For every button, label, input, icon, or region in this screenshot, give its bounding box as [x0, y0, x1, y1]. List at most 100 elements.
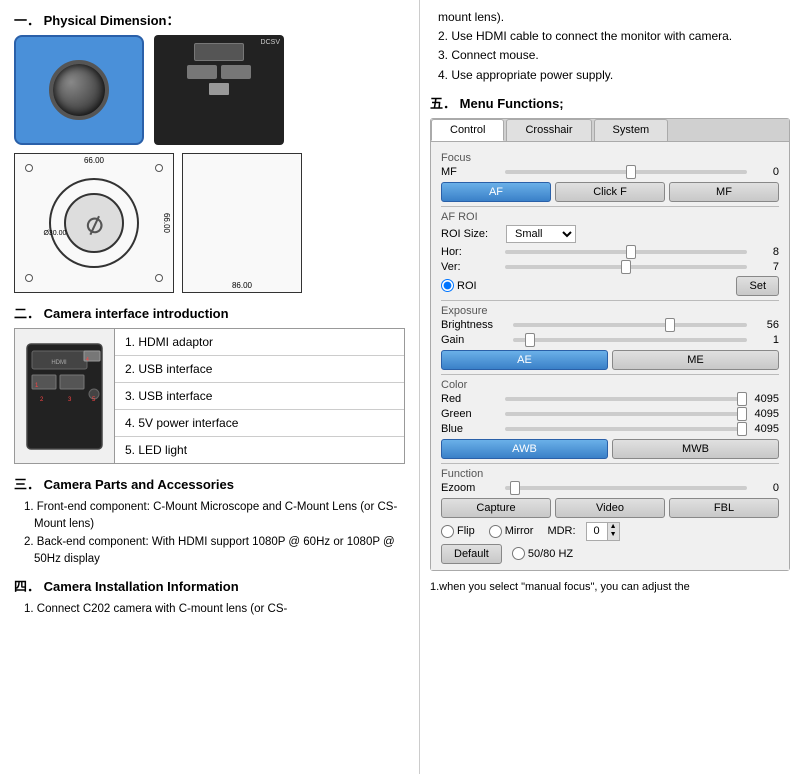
green-thumb[interactable] [737, 407, 747, 421]
mirror-input[interactable] [489, 525, 502, 538]
camera-back-svg: HDMI 1 2 3 4 5 [22, 339, 107, 454]
mdr-down[interactable]: ▼ [608, 531, 619, 539]
blue-slider[interactable] [505, 427, 747, 431]
interface-item-5: 5. LED light [115, 437, 404, 463]
roi-size-select[interactable]: Small Medium Large [506, 225, 576, 243]
mirror-label: Mirror [505, 525, 534, 537]
roi-radio-input[interactable] [441, 279, 454, 292]
dcsv-label: DCSV [261, 39, 280, 46]
flip-input[interactable] [441, 525, 454, 538]
back-diagram: 86.00 [182, 153, 302, 293]
hor-value: 8 [751, 246, 779, 258]
lens-circle-outer: ⌀ [49, 178, 139, 268]
ver-slider[interactable] [505, 265, 747, 269]
interface-item-2-label: USB interface [138, 362, 212, 376]
hor-label: Hor: [441, 246, 501, 258]
mdr-row: Flip Mirror MDR: 0 ▲ ▼ [441, 522, 779, 541]
hz-radio[interactable]: 50/80 HZ [512, 547, 573, 560]
mirror-radio[interactable]: Mirror [489, 525, 534, 538]
mf-thumb[interactable] [626, 165, 636, 179]
fbl-button[interactable]: FBL [669, 498, 779, 518]
menu-body: Focus MF 0 AF Click F MF [431, 142, 789, 570]
mf-button[interactable]: MF [669, 182, 779, 202]
mdr-spinbox: 0 ▲ ▼ [586, 522, 620, 541]
clickf-button[interactable]: Click F [555, 182, 665, 202]
gain-label: Gain [441, 334, 509, 346]
mf-slider[interactable] [505, 170, 747, 174]
tab-crosshair[interactable]: Crosshair [506, 119, 591, 141]
interface-item-3-label: USB interface [138, 389, 212, 403]
green-slider[interactable] [505, 412, 747, 416]
blue-thumb[interactable] [737, 422, 747, 436]
menu-tabs: Control Crosshair System [431, 119, 789, 142]
ver-value: 7 [751, 261, 779, 273]
brightness-slider[interactable] [513, 323, 747, 327]
interface-item-3-num: 3. [125, 389, 138, 403]
video-button[interactable]: Video [555, 498, 665, 518]
camera-lens [49, 60, 109, 120]
red-slider[interactable] [505, 397, 747, 401]
phys-dim-heading: 一． Physical Dimension： [14, 10, 405, 29]
right-column: mount lens). 2. Use HDMI cable to connec… [420, 0, 800, 774]
interface-num: 二． [14, 306, 40, 321]
front-diagram: 66.00 66.00 ⌀ Ø30.00 [14, 153, 174, 293]
brightness-label: Brightness [441, 319, 509, 331]
tab-system[interactable]: System [594, 119, 669, 141]
divider-2 [441, 300, 779, 301]
green-value: 4095 [751, 408, 779, 420]
parts-line-1: 1. Front-end component: C-Mount Microsco… [24, 499, 405, 534]
set-button[interactable]: Set [736, 276, 779, 296]
gain-thumb[interactable] [525, 333, 535, 347]
brightness-row: Brightness 56 [441, 319, 779, 331]
green-row: Green 4095 [441, 408, 779, 420]
mdr-up[interactable]: ▲ [608, 523, 619, 531]
corner-tl [25, 164, 33, 172]
capture-button[interactable]: Capture [441, 498, 551, 518]
af-roi-label: AF ROI [441, 211, 779, 223]
flip-radio[interactable]: Flip [441, 525, 475, 538]
ezoom-thumb[interactable] [510, 481, 520, 495]
dimension-diagrams: 66.00 66.00 ⌀ Ø30.00 86.00 [14, 153, 405, 293]
install-line-1: 1. Connect C202 camera with C-mount lens… [24, 601, 405, 618]
tab-control[interactable]: Control [431, 119, 504, 141]
hor-thumb[interactable] [626, 245, 636, 259]
corner-br [155, 274, 163, 282]
gain-slider[interactable] [513, 338, 747, 342]
ezoom-label: Ezoom [441, 482, 501, 494]
ver-row: Ver: 7 [441, 261, 779, 273]
exposure-label: Exposure [441, 305, 779, 317]
hz-input[interactable] [512, 547, 525, 560]
red-thumb[interactable] [737, 392, 747, 406]
camera-interface-section: 二． Camera interface introduction HDMI [14, 303, 405, 464]
green-label: Green [441, 408, 501, 420]
brightness-thumb[interactable] [665, 318, 675, 332]
dim-dia-label: Ø30.00 [43, 230, 66, 237]
gain-row: Gain 1 [441, 334, 779, 346]
red-row: Red 4095 [441, 393, 779, 405]
menu-panel: Control Crosshair System Focus MF 0 [430, 118, 790, 571]
me-button[interactable]: ME [612, 350, 779, 370]
svg-text:HDMI: HDMI [51, 360, 67, 366]
install-continuation: mount lens). 2. Use HDMI cable to connec… [430, 8, 790, 85]
roi-radio[interactable]: ROI [441, 279, 477, 292]
lens-slash: ⌀ [80, 203, 109, 242]
ae-button[interactable]: AE [441, 350, 608, 370]
parts-num: 三． [14, 477, 40, 492]
ezoom-slider[interactable] [505, 486, 747, 490]
awb-button[interactable]: AWB [441, 439, 608, 459]
default-button[interactable]: Default [441, 544, 502, 564]
parts-title: Camera Parts and Accessories [44, 477, 234, 492]
svg-text:4: 4 [86, 357, 89, 363]
red-value: 4095 [751, 393, 779, 405]
mwb-button[interactable]: MWB [612, 439, 779, 459]
af-button[interactable]: AF [441, 182, 551, 202]
divider-3 [441, 374, 779, 375]
ezoom-value: 0 [751, 482, 779, 494]
hor-slider[interactable] [505, 250, 747, 254]
hor-row: Hor: 8 [441, 246, 779, 258]
install-title: Camera Installation Information [44, 579, 239, 594]
interface-item-1-label: HDMI adaptor [138, 335, 213, 349]
parts-line-2: 2. Back-end component: With HDMI support… [24, 534, 405, 569]
ver-thumb[interactable] [621, 260, 631, 274]
lens-circle-inner: ⌀ [64, 193, 124, 253]
